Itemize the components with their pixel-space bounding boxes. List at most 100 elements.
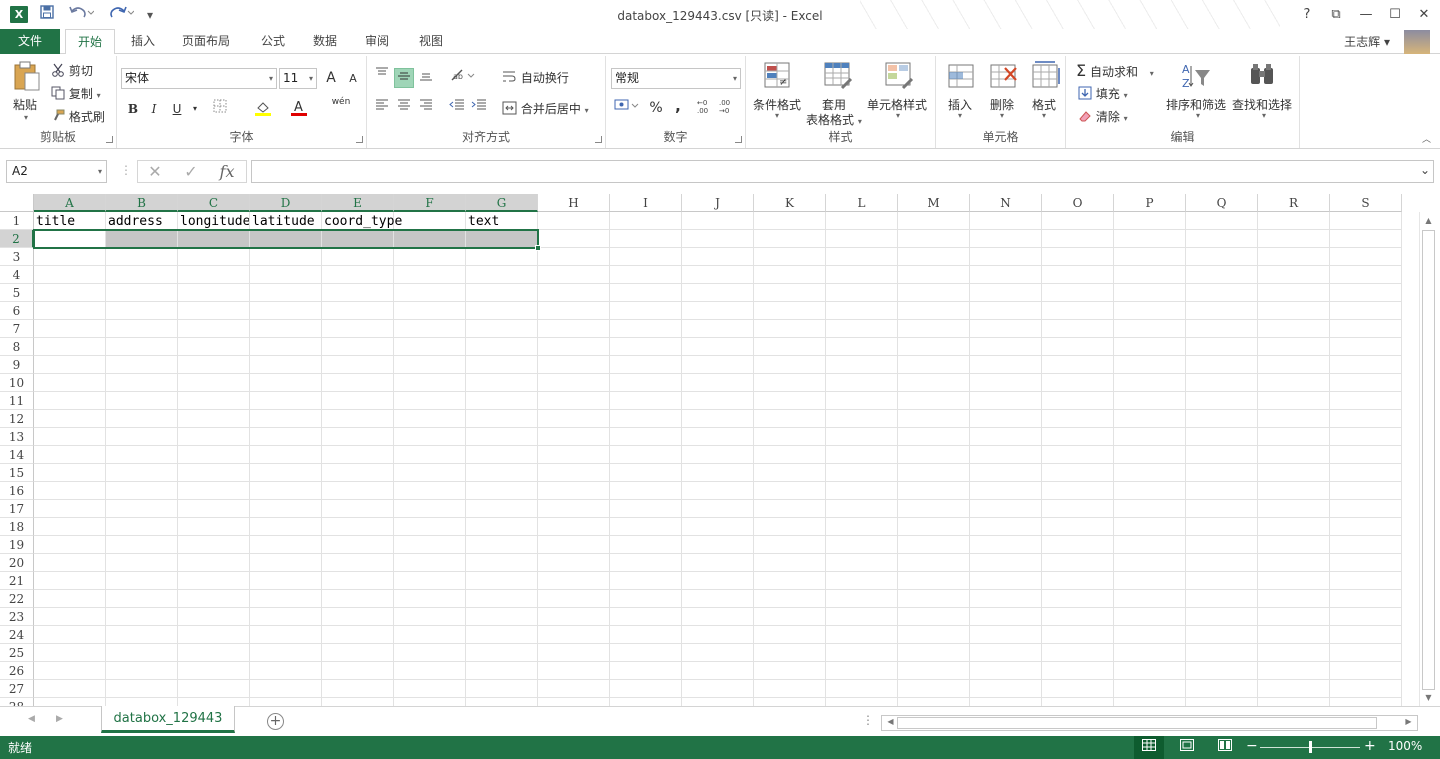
cell-k17[interactable] bbox=[754, 500, 826, 518]
cell-o25[interactable] bbox=[1042, 644, 1114, 662]
confirm-entry-button[interactable]: ✓ bbox=[176, 161, 206, 182]
cell-f3[interactable] bbox=[394, 248, 466, 266]
cell-a27[interactable] bbox=[34, 680, 106, 698]
cell-i6[interactable] bbox=[610, 302, 682, 320]
cell-g21[interactable] bbox=[466, 572, 538, 590]
cell-d6[interactable] bbox=[250, 302, 322, 320]
cell-m17[interactable] bbox=[898, 500, 970, 518]
cell-b4[interactable] bbox=[106, 266, 178, 284]
cell-h27[interactable] bbox=[538, 680, 610, 698]
cell-o16[interactable] bbox=[1042, 482, 1114, 500]
cell-o4[interactable] bbox=[1042, 266, 1114, 284]
ribbon-display-options-button[interactable]: ⧉ bbox=[1322, 4, 1350, 26]
cell-i9[interactable] bbox=[610, 356, 682, 374]
cell-b27[interactable] bbox=[106, 680, 178, 698]
cell-e13[interactable] bbox=[322, 428, 394, 446]
cell-r9[interactable] bbox=[1258, 356, 1330, 374]
row-header-3[interactable]: 3 bbox=[0, 248, 34, 266]
cell-a6[interactable] bbox=[34, 302, 106, 320]
cell-i22[interactable] bbox=[610, 590, 682, 608]
cell-i17[interactable] bbox=[610, 500, 682, 518]
cell-c24[interactable] bbox=[178, 626, 250, 644]
cell-b28[interactable] bbox=[106, 698, 178, 706]
cell-k3[interactable] bbox=[754, 248, 826, 266]
prev-sheet-icon[interactable]: ◀ bbox=[28, 714, 35, 724]
cell-i13[interactable] bbox=[610, 428, 682, 446]
tab-view[interactable]: 视图 bbox=[410, 29, 452, 55]
cell-f20[interactable] bbox=[394, 554, 466, 572]
cell-d27[interactable] bbox=[250, 680, 322, 698]
align-top-icon[interactable] bbox=[372, 66, 392, 86]
cell-k18[interactable] bbox=[754, 518, 826, 536]
cell-s28[interactable] bbox=[1330, 698, 1402, 706]
cell-n28[interactable] bbox=[970, 698, 1042, 706]
row-header-15[interactable]: 15 bbox=[0, 464, 34, 482]
cell-q16[interactable] bbox=[1186, 482, 1258, 500]
formula-input[interactable]: ⌄ bbox=[251, 160, 1434, 183]
cell-a11[interactable] bbox=[34, 392, 106, 410]
cell-m27[interactable] bbox=[898, 680, 970, 698]
paste-dropdown-icon[interactable]: ▾ bbox=[24, 113, 28, 122]
cell-e20[interactable] bbox=[322, 554, 394, 572]
cell-c6[interactable] bbox=[178, 302, 250, 320]
cell-r22[interactable] bbox=[1258, 590, 1330, 608]
cell-p10[interactable] bbox=[1114, 374, 1186, 392]
cell-p22[interactable] bbox=[1114, 590, 1186, 608]
wrap-text-button[interactable]: 自动换行 bbox=[502, 69, 569, 87]
cell-h21[interactable] bbox=[538, 572, 610, 590]
user-account[interactable]: 王志辉 ▾ bbox=[1344, 33, 1390, 50]
paste-icon[interactable] bbox=[12, 60, 44, 92]
cell-q21[interactable] bbox=[1186, 572, 1258, 590]
cell-r27[interactable] bbox=[1258, 680, 1330, 698]
number-format-select[interactable]: 常规 ▾ bbox=[611, 68, 741, 89]
cell-c26[interactable] bbox=[178, 662, 250, 680]
cell-b9[interactable] bbox=[106, 356, 178, 374]
cell-s13[interactable] bbox=[1330, 428, 1402, 446]
horizontal-scrollbar[interactable]: ◀ ▶ bbox=[881, 715, 1418, 731]
cell-a3[interactable] bbox=[34, 248, 106, 266]
cell-i25[interactable] bbox=[610, 644, 682, 662]
cell-j17[interactable] bbox=[682, 500, 754, 518]
increase-decimal-icon[interactable]: ←0.00 bbox=[696, 98, 718, 118]
cell-o5[interactable] bbox=[1042, 284, 1114, 302]
cell-m24[interactable] bbox=[898, 626, 970, 644]
increase-indent-icon[interactable] bbox=[469, 98, 489, 118]
cell-l9[interactable] bbox=[826, 356, 898, 374]
cell-p11[interactable] bbox=[1114, 392, 1186, 410]
avatar[interactable] bbox=[1404, 30, 1430, 54]
cell-a19[interactable] bbox=[34, 536, 106, 554]
cell-c19[interactable] bbox=[178, 536, 250, 554]
cell-o18[interactable] bbox=[1042, 518, 1114, 536]
cell-l26[interactable] bbox=[826, 662, 898, 680]
cell-g7[interactable] bbox=[466, 320, 538, 338]
cell-i20[interactable] bbox=[610, 554, 682, 572]
cell-a9[interactable] bbox=[34, 356, 106, 374]
cell-o3[interactable] bbox=[1042, 248, 1114, 266]
cell-s5[interactable] bbox=[1330, 284, 1402, 302]
cell-o19[interactable] bbox=[1042, 536, 1114, 554]
cell-f10[interactable] bbox=[394, 374, 466, 392]
cell-k12[interactable] bbox=[754, 410, 826, 428]
cell-b19[interactable] bbox=[106, 536, 178, 554]
cell-h13[interactable] bbox=[538, 428, 610, 446]
cell-b12[interactable] bbox=[106, 410, 178, 428]
cell-f1[interactable] bbox=[394, 212, 466, 230]
cell-p16[interactable] bbox=[1114, 482, 1186, 500]
cell-e19[interactable] bbox=[322, 536, 394, 554]
cell-f2[interactable] bbox=[394, 230, 466, 248]
cell-h19[interactable] bbox=[538, 536, 610, 554]
cell-r3[interactable] bbox=[1258, 248, 1330, 266]
cell-j19[interactable] bbox=[682, 536, 754, 554]
cell-n13[interactable] bbox=[970, 428, 1042, 446]
cell-k6[interactable] bbox=[754, 302, 826, 320]
cell-o9[interactable] bbox=[1042, 356, 1114, 374]
cell-p20[interactable] bbox=[1114, 554, 1186, 572]
cell-h22[interactable] bbox=[538, 590, 610, 608]
cell-r19[interactable] bbox=[1258, 536, 1330, 554]
underline-dropdown-icon[interactable]: ▾ bbox=[185, 99, 205, 119]
cell-l3[interactable] bbox=[826, 248, 898, 266]
cell-j21[interactable] bbox=[682, 572, 754, 590]
maximize-button[interactable]: ☐ bbox=[1381, 4, 1409, 26]
cell-p23[interactable] bbox=[1114, 608, 1186, 626]
cell-r24[interactable] bbox=[1258, 626, 1330, 644]
